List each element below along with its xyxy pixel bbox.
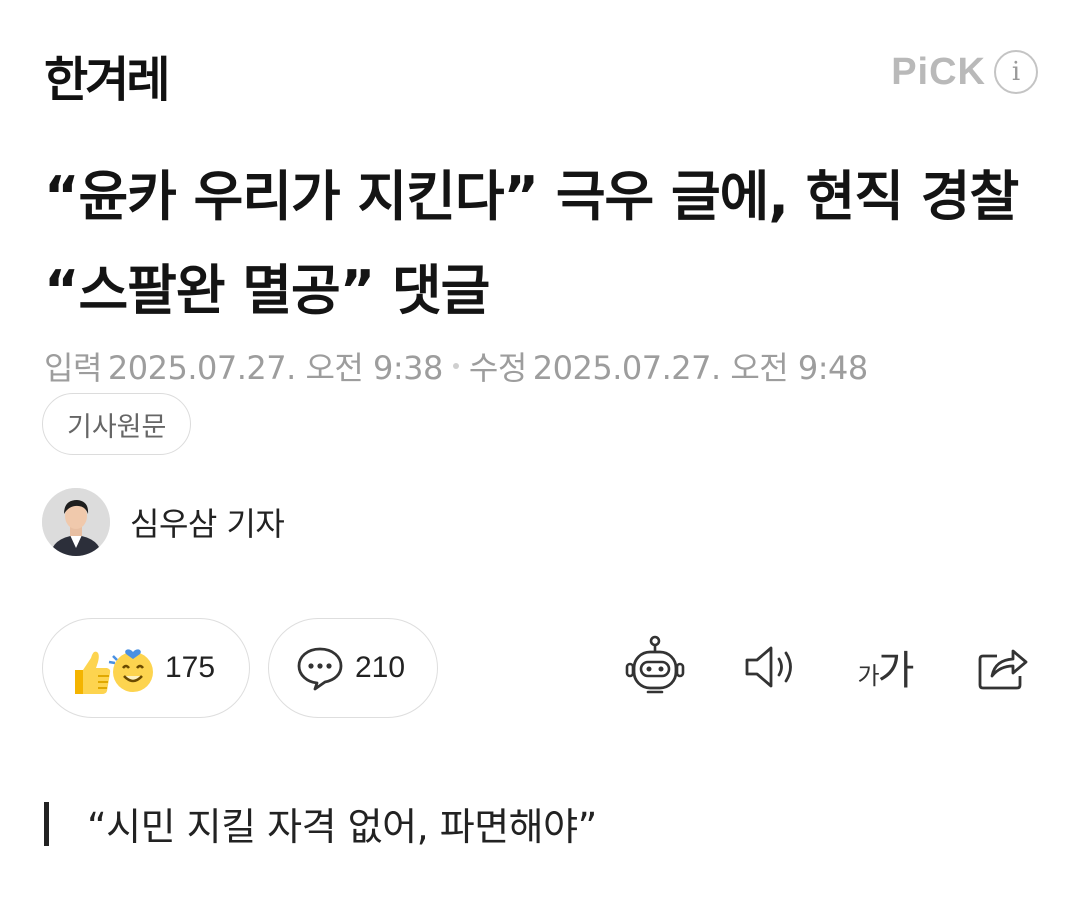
share-button[interactable] xyxy=(968,632,1038,702)
published-label: 입력 xyxy=(44,349,102,387)
top-bar: 한겨레 PiCK i xyxy=(0,0,1080,150)
font-size-icon: 가가 xyxy=(857,648,915,694)
robot-icon xyxy=(625,635,685,694)
press-logo[interactable]: 한겨레 xyxy=(44,40,170,110)
modified-label: 수정 xyxy=(468,349,527,387)
ai-summary-button[interactable] xyxy=(620,632,690,702)
article-headline: “윤카 우리가 지킨다” 극우 글에, 현직 경찰 “스팔완 멸공” 댓글 xyxy=(44,165,1019,322)
reaction-count: 175 xyxy=(165,651,216,684)
avatar-portrait-icon xyxy=(42,488,110,556)
author-name[interactable]: 심우삼 기자 xyxy=(130,499,285,545)
pick-label: PiCK xyxy=(891,50,986,93)
modified-date: 2025.07.27. 오전 9:48 xyxy=(532,349,868,387)
article-dates: 입력 2025.07.27. 오전 9:38 수정 2025.07.27. 오전… xyxy=(44,343,868,389)
text-to-speech-button[interactable] xyxy=(736,632,806,702)
separator-dot xyxy=(452,363,459,369)
article-page: 한겨레 PiCK i “윤카 우리가 지킨다” 극우 글에, 현직 경찰 “스팔… xyxy=(0,0,1080,912)
font-size-button[interactable]: 가가 xyxy=(850,632,920,702)
comment-icon xyxy=(297,647,343,691)
reaction-button[interactable]: 175 xyxy=(42,618,250,718)
author-byline[interactable]: 심우삼 기자 xyxy=(42,488,285,556)
author-avatar[interactable] xyxy=(42,488,110,556)
comment-button[interactable]: 210 xyxy=(268,618,438,718)
share-icon xyxy=(978,649,1028,690)
speaker-icon xyxy=(745,646,792,688)
pick-badge[interactable]: PiCK i xyxy=(891,50,1038,94)
comment-count: 210 xyxy=(355,651,406,684)
published-date: 2025.07.27. 오전 9:38 xyxy=(107,349,443,387)
original-article-button[interactable]: 기사원문 xyxy=(42,393,192,455)
subheading-bar xyxy=(44,801,49,846)
article-subheading: “시민 지킬 자격 없어, 파면해야” xyxy=(44,796,597,851)
action-bar: 175 210 가가 xyxy=(0,618,1080,718)
subheading-text: “시민 지킬 자격 없어, 파면해야” xyxy=(87,805,597,849)
thumbs-up-smile-icon xyxy=(75,649,153,694)
info-icon[interactable]: i xyxy=(994,50,1038,94)
